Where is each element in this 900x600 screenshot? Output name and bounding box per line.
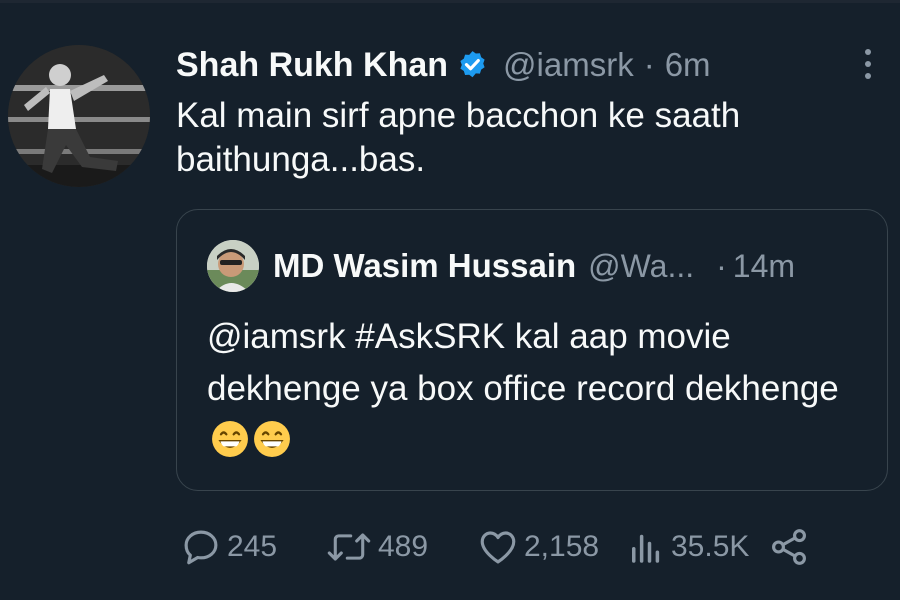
tweet-timestamp[interactable]: 6m [665,46,711,84]
quoted-tweet-text: @iamsrk #AskSRK kal aap movie dekhenge y… [207,317,839,408]
grinning-face-emoji-icon [253,420,291,458]
author-handle[interactable]: @iamsrk [503,46,634,84]
quoted-tweet-text-block: @iamsrk #AskSRK kal aap movie dekhenge y… [207,311,867,467]
quoted-tweet-header: MD Wasim Hussain @Wa... · 14m [273,240,795,292]
reply-button[interactable]: 245 [180,522,277,572]
tweet-text: Kal main sirf apne bacchon ke saath bait… [176,96,741,179]
like-icon [480,531,516,564]
top-divider [0,0,900,3]
quoted-author-name: MD Wasim Hussain [273,247,577,284]
grinning-face-emoji-icon [211,420,249,458]
like-count: 2,158 [524,530,600,563]
share-icon [772,529,806,565]
tweet-actions-bar: 245 489 2,158 35.5K [180,522,820,572]
views-count: 35.5K [671,530,750,563]
like-button[interactable]: 2,158 [477,522,599,572]
views-icon [632,534,660,563]
quoted-author-handle: @Wa... [588,247,695,284]
reply-count: 245 [227,530,278,563]
author-avatar[interactable] [8,45,150,187]
tweet-header: Shah Rukh Khan @iamsrk · 6m [176,40,711,90]
retweet-count: 489 [378,530,429,563]
reply-icon [184,530,218,565]
separator-dot: · [643,46,655,83]
quoted-tweet-card[interactable]: MD Wasim Hussain @Wa... · 14m @iamsrk #A… [176,209,888,491]
more-options-icon[interactable] [850,42,886,86]
quoted-tweet-timestamp: 14m [732,247,796,284]
quoted-author-avatar[interactable] [207,240,259,292]
author-name[interactable]: Shah Rukh Khan [176,46,448,85]
views-button[interactable]: 35.5K [626,522,749,572]
verified-badge-icon [456,49,489,82]
share-button[interactable] [768,522,810,572]
separator-dot: · [716,247,727,284]
retweet-icon [327,533,371,561]
retweet-button[interactable]: 489 [325,522,428,572]
